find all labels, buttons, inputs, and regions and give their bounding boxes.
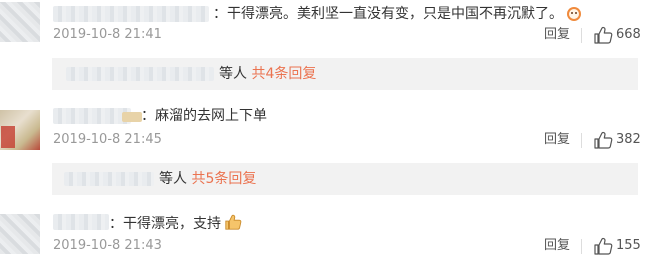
view-replies-link[interactable]: 共5条回复	[191, 171, 256, 187]
comment-date: 2019-10-8 21:41	[53, 27, 162, 42]
blurred-username[interactable]	[53, 214, 109, 230]
face-emoji-icon	[566, 5, 582, 26]
thumbs-up-emoji-icon	[224, 213, 242, 236]
reply-button[interactable]: 回复	[544, 132, 570, 148]
reply-button[interactable]: 回复	[544, 238, 570, 254]
avatar[interactable]	[0, 110, 40, 150]
comment-text: ：干得漂亮，支持	[109, 213, 242, 236]
reply-summary-box[interactable]: 等人 共5条回复	[52, 163, 638, 195]
like-thumb-icon[interactable]	[593, 26, 613, 44]
like-thumb-icon[interactable]	[593, 237, 613, 255]
reply-button[interactable]: 回复	[544, 27, 570, 43]
comment-date: 2019-10-8 21:43	[53, 238, 162, 253]
blurred-reply-names	[66, 67, 214, 81]
blurred-reply-names	[64, 172, 154, 186]
divider	[581, 133, 582, 148]
reply-summary-text: 等人 共5条回复	[159, 171, 257, 187]
blurred-username[interactable]	[53, 108, 131, 124]
badge-icon	[122, 112, 142, 122]
divider	[581, 28, 582, 43]
comment-text: ：干得漂亮。美利坚一直没有变，只是中国不再沉默了。	[213, 5, 582, 26]
like-count: 668	[616, 27, 641, 42]
blurred-username[interactable]	[53, 6, 209, 22]
comment-text: ：麻溜的去网上下单	[141, 108, 267, 124]
like-thumb-icon[interactable]	[593, 131, 613, 149]
like-count: 382	[616, 132, 641, 147]
comment-date: 2019-10-8 21:45	[53, 132, 162, 147]
avatar[interactable]	[0, 214, 40, 254]
avatar[interactable]	[0, 2, 40, 42]
like-count: 155	[616, 238, 641, 253]
reply-summary-text: 等人 共4条回复	[219, 66, 317, 82]
view-replies-link[interactable]: 共4条回复	[251, 66, 316, 82]
reply-summary-box[interactable]: 等人 共4条回复	[52, 58, 638, 90]
divider	[581, 239, 582, 254]
